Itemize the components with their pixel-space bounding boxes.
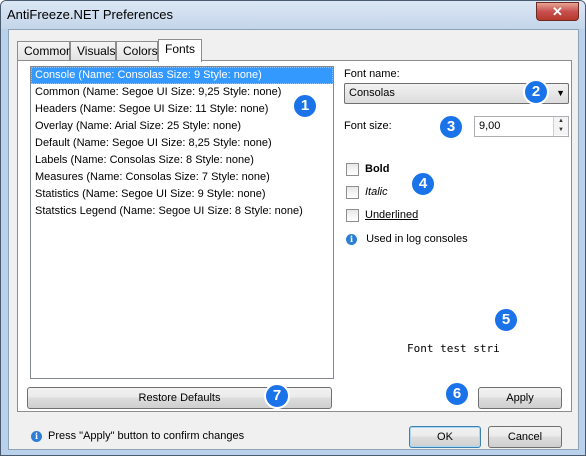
annotation-badge-1: 1	[292, 93, 318, 119]
stepper-up-icon[interactable]: ▲	[554, 117, 568, 126]
font-list[interactable]: Console (Name: Consolas Size: 9 Style: n…	[30, 66, 334, 379]
info-icon: i	[346, 234, 357, 245]
title-bar[interactable]: AntiFreeze.NET Preferences ✕	[1, 1, 585, 29]
font-preview-text: Font test stri	[407, 342, 500, 355]
status-text: Press "Apply" button to confirm changes	[48, 430, 245, 442]
tab-visuals[interactable]: Visuals	[70, 41, 116, 61]
list-item[interactable]: Labels (Name: Consolas Size: 8 Style: no…	[31, 152, 333, 169]
bold-checkbox[interactable]	[346, 163, 359, 176]
list-item[interactable]: Statistics (Name: Segoe UI Size: 9 Style…	[31, 186, 333, 203]
close-button[interactable]: ✕	[536, 2, 579, 21]
font-name-value: Consolas	[349, 87, 395, 99]
annotation-badge-4: 4	[410, 171, 436, 197]
info-note-text: Used in log consoles	[366, 233, 468, 245]
apply-button[interactable]: Apply	[478, 387, 562, 409]
annotation-badge-3: 3	[438, 114, 464, 140]
annotation-badge-2: 2	[523, 79, 549, 105]
stepper-down-icon[interactable]: ▼	[554, 126, 568, 135]
italic-label: Italic	[365, 186, 388, 198]
dialog-client-area: Common Visuals Colors Fonts Console (Nam…	[8, 29, 579, 450]
font-size-value: 9,00	[479, 120, 501, 132]
list-item[interactable]: Overlay (Name: Arial Size: 25 Style: non…	[31, 118, 333, 135]
annotation-badge-6: 6	[444, 381, 470, 407]
status-bar: i Press "Apply" button to confirm changes	[31, 430, 244, 442]
tab-fonts[interactable]: Fonts	[158, 39, 202, 62]
list-item[interactable]: Default (Name: Segoe UI Size: 8,25 Style…	[31, 135, 333, 152]
info-icon: i	[31, 431, 42, 442]
font-size-stepper[interactable]: 9,00 ▲ ▼	[474, 116, 569, 137]
cancel-button[interactable]: Cancel	[488, 426, 562, 448]
annotation-badge-5: 5	[493, 307, 519, 333]
window-title: AntiFreeze.NET Preferences	[7, 7, 173, 22]
font-size-label: Font size:	[344, 120, 392, 132]
font-name-label: Font name:	[344, 68, 400, 80]
stepper-buttons: ▲ ▼	[553, 117, 568, 136]
list-item[interactable]: Measures (Name: Consolas Size: 7 Style: …	[31, 169, 333, 186]
chevron-down-icon: ▼	[556, 88, 565, 98]
italic-checkbox[interactable]	[346, 186, 359, 199]
bold-label: Bold	[365, 163, 390, 175]
list-item[interactable]: Statstics Legend (Name: Segoe UI Size: 8…	[31, 203, 333, 220]
underlined-label: Underlined	[365, 209, 419, 221]
list-item[interactable]: Headers (Name: Segoe UI Size: 11 Style: …	[31, 101, 333, 118]
tab-colors[interactable]: Colors	[116, 41, 158, 61]
tab-common[interactable]: Common	[17, 41, 73, 61]
underlined-checkbox[interactable]	[346, 209, 359, 222]
preferences-window: AntiFreeze.NET Preferences ✕ Common Visu…	[0, 0, 586, 456]
annotation-badge-7: 7	[264, 383, 290, 409]
list-item[interactable]: Common (Name: Segoe UI Size: 9,25 Style:…	[31, 84, 333, 101]
ok-button[interactable]: OK	[409, 426, 481, 448]
info-note: i Used in log consoles	[346, 233, 468, 245]
list-item[interactable]: Console (Name: Consolas Size: 9 Style: n…	[31, 67, 333, 84]
